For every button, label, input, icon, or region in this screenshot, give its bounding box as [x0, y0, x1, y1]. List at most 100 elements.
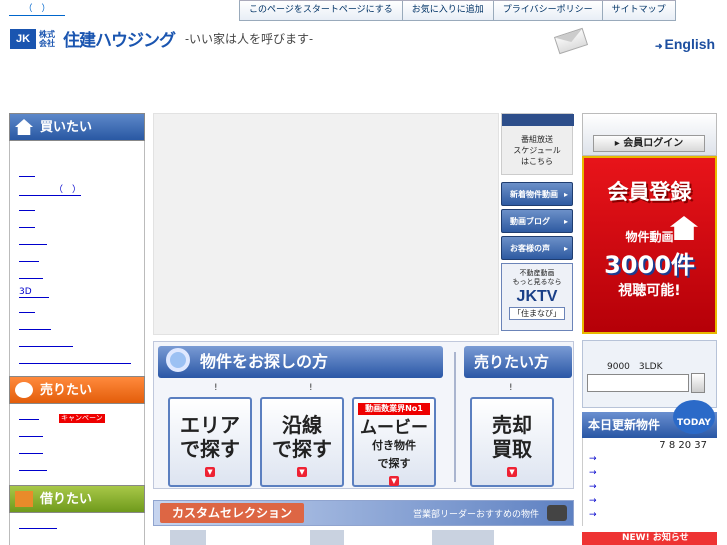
tagline: -いい家は人を呼びます-	[185, 32, 314, 46]
buy-item[interactable]	[10, 199, 144, 216]
jktv-sub: 「住まなび」	[509, 307, 565, 320]
rent-header[interactable]: 借りたい	[9, 485, 145, 513]
quick-search-input[interactable]	[587, 374, 689, 392]
custom-selection-banner[interactable]: カスタムセレクション 営業部リーダーおすすめの物件	[153, 500, 574, 526]
promo-end: 視聴可能!	[618, 283, 681, 299]
buy-title: 買いたい	[40, 120, 93, 135]
movie-sub-label: 付き物件 で探す	[372, 439, 416, 470]
update-link[interactable]: →	[589, 496, 597, 506]
down-arrow-icon: ▼	[205, 467, 215, 477]
sell-item[interactable]	[10, 425, 144, 442]
customer-voice-button[interactable]: お客様の声	[501, 236, 573, 261]
update-link[interactable]: →	[589, 468, 597, 478]
sell-header-banner: 売りたい方	[464, 346, 572, 378]
nav-add-favorite[interactable]: お気に入りに追加	[401, 1, 493, 21]
buy-item[interactable]	[10, 301, 144, 318]
buy-menu: （ ） 3D	[9, 141, 145, 376]
rent-title: 借りたい	[40, 492, 93, 507]
buy-item[interactable]	[10, 216, 144, 233]
nav-privacy-policy[interactable]: プライバシーポリシー	[492, 1, 602, 21]
quick-search-button[interactable]	[691, 373, 705, 393]
video-blog-button[interactable]: 動画ブログ	[501, 209, 573, 234]
search-panel: 物件をお探しの方 売りたい方 ! ! ! エリア で探す ▼ 沿線 で探す ▼ …	[153, 341, 574, 489]
logo-kaisha: 株式 会社	[39, 29, 55, 48]
buy-item[interactable]: （ ）	[10, 182, 144, 199]
search-title: 物件をお探しの方	[200, 352, 329, 371]
buy-item[interactable]	[10, 267, 144, 284]
promo-movie: 物件動画	[625, 230, 674, 244]
sell-label: 売却 買取	[492, 413, 532, 461]
sell-item[interactable]	[10, 442, 144, 459]
area-label: エリア で探す	[180, 413, 240, 461]
top-link[interactable]: （ ）	[9, 4, 65, 16]
video-player[interactable]	[153, 113, 499, 335]
english-link[interactable]: ➜ English	[655, 36, 715, 52]
sell-title: 売りたい	[40, 383, 93, 398]
logo-name: 住建ハウジング	[63, 31, 176, 51]
site-logo[interactable]: JK 株式 会社 住建ハウジング -いい家は人を呼びます-	[10, 26, 313, 51]
movie-top-label: 動画数業界No1	[358, 403, 430, 415]
exclaim-mark: !	[214, 383, 218, 393]
new-property-video-button[interactable]: 新着物件動画	[501, 182, 573, 207]
search-line-button[interactable]: 沿線 で探す ▼	[260, 397, 344, 487]
exclaim-mark: !	[309, 383, 313, 393]
rent-item[interactable]	[10, 517, 144, 534]
buy-item[interactable]	[10, 335, 144, 352]
camera-icon	[547, 505, 567, 521]
nav-sitemap[interactable]: サイトマップ	[601, 1, 676, 21]
buy-item[interactable]	[10, 250, 144, 267]
buy-item[interactable]	[10, 318, 144, 335]
down-arrow-icon: ▼	[297, 467, 307, 477]
buy-item[interactable]	[10, 233, 144, 250]
property-thumbnails	[170, 530, 500, 545]
search-movie-button[interactable]: 動画数業界No1 ムービー 付き物件 で探す ▼	[352, 397, 436, 487]
property-thumbnail[interactable]	[310, 530, 344, 545]
update-list: 7 8 20 37 → → → → →	[582, 438, 717, 526]
promo-title: 会員登録	[607, 180, 692, 204]
search-header: 物件をお探しの方	[158, 346, 443, 378]
member-login-button[interactable]: ▸ 会員ログイン	[593, 135, 705, 152]
buy-item[interactable]	[10, 165, 144, 182]
custom-subtitle: 営業部リーダーおすすめの物件	[412, 510, 539, 520]
member-signup-banner[interactable]: 会員登録 物件動画 3000件 視聴可能!	[582, 156, 717, 334]
buy-item-3d[interactable]: 3D	[10, 284, 144, 301]
search-area-button[interactable]: エリア で探す ▼	[168, 397, 252, 487]
buy-header[interactable]: 買いたい	[9, 113, 145, 141]
today-update-header: 本日更新物件 TODAY	[582, 400, 717, 438]
video-side-menu: 番組放送 スケジュール はこちら 新着物件動画 動画ブログ お客様の声 不動産動…	[501, 113, 574, 331]
movie-label: ムービー	[360, 418, 428, 438]
mail-icon[interactable]	[553, 27, 589, 55]
jktv-banner[interactable]: 不動産動画 もっと見るなら JKTV 「住まなび」	[501, 263, 573, 331]
jktv-text: 不動産動画 もっと見るなら	[512, 269, 562, 286]
sell-item-campaign[interactable]: キャンペーン	[10, 408, 144, 425]
top-nav: このページをスタートページにする お気に入りに追加 プライバシーポリシー サイト…	[239, 0, 676, 21]
rent-menu	[9, 513, 145, 545]
login-panel: ▸ 会員ログイン	[582, 113, 717, 156]
sell-buyback-button[interactable]: 売却 買取 ▼	[470, 397, 554, 487]
quick-search-panel: 9000 3LDK	[582, 340, 717, 408]
magnifier-icon	[166, 348, 190, 372]
line-label: 沿線 で探す	[272, 413, 332, 461]
update-link[interactable]: →	[589, 482, 597, 492]
english-label: English	[664, 36, 716, 52]
logo-mark: JK	[10, 28, 36, 49]
nav-set-startpage[interactable]: このページをスタートページにする	[239, 1, 402, 21]
arrow-icon: ➜	[655, 41, 663, 51]
divider	[454, 352, 456, 482]
jktv-logo: JKTV	[516, 288, 558, 305]
schedule-banner[interactable]: 番組放送 スケジュール はこちら	[501, 113, 574, 175]
sell-item[interactable]	[10, 459, 144, 476]
custom-title: カスタムセレクション	[160, 503, 305, 523]
property-thumbnail[interactable]	[170, 530, 206, 545]
house-icon	[670, 216, 698, 240]
sell-header[interactable]: 売りたい	[9, 376, 145, 404]
buy-item[interactable]	[10, 352, 144, 369]
schedule-text: 番組放送 スケジュール はこちら	[513, 135, 561, 166]
sell-menu: キャンペーン	[9, 404, 145, 485]
update-link[interactable]: →	[589, 454, 597, 464]
schedule-bar	[502, 114, 574, 126]
property-thumbnail[interactable]	[432, 530, 494, 545]
update-link[interactable]: →	[589, 510, 597, 520]
exclaim-mark: !	[509, 383, 513, 393]
campaign-badge: キャンペーン	[59, 414, 105, 423]
